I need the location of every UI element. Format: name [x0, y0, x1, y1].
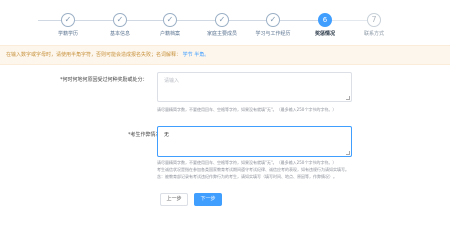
check-icon: ✓ — [113, 13, 127, 27]
reward-punishment-textarea[interactable]: 请输入 — [157, 72, 352, 102]
progress-stepper: ✓ 学籍学历 ✓ 基本信息 ✓ 户籍档案 ✓ 家庭主要成员 ✓ 学习与工作经历 … — [0, 0, 450, 42]
notice-link[interactable]: 学节 半角。 — [183, 52, 210, 58]
step-7[interactable]: 7 联系方式 — [344, 13, 404, 38]
reward-punishment-label: *何时何地何原因受过何种奖励或处分： — [60, 77, 148, 83]
check-icon: ✓ — [61, 13, 75, 27]
textarea-value: 无 — [164, 132, 170, 138]
resize-handle-icon[interactable] — [346, 151, 350, 155]
check-icon: ✓ — [215, 13, 229, 27]
step-1[interactable]: ✓ 学籍学历 — [38, 13, 98, 38]
step-number: 6 — [318, 13, 332, 27]
next-step-button[interactable]: 下一步 — [194, 193, 222, 206]
resize-handle-icon[interactable] — [346, 96, 350, 100]
step-3[interactable]: ✓ 户籍档案 — [140, 13, 200, 38]
textarea-placeholder: 请输入 — [164, 78, 180, 84]
cheating-hint-1: 请尽量精简字数，不要使用回车、空格等字符，如果没有就填"无"。（最多输入250个… — [157, 160, 337, 165]
reward-punishment-hint: 请尽量精简字数，不要使用回车、空格等字符，如果没有就填"无"。（最多输入250个… — [157, 107, 337, 112]
cheating-hint-3: 含：被教育部记录有考试违纪作弊行为的考生，请如实填写（填写时间、地点、原因等，作… — [157, 174, 337, 179]
step-number: 7 — [367, 13, 381, 27]
notice-text: 在输入数字或字母时，请使用半角字符，否则可能会造成报名失败；名词解释： — [6, 52, 182, 58]
step-label: 学籍学历 — [57, 31, 78, 37]
step-label: 户籍档案 — [159, 31, 180, 37]
prev-step-button[interactable]: 上一步 — [160, 193, 188, 206]
check-icon: ✓ — [163, 13, 177, 27]
notice-banner: 在输入数字或字母时，请使用半角字符，否则可能会造成报名失败；名词解释： 学节 半… — [0, 45, 450, 65]
step-5[interactable]: ✓ 学习与工作经历 — [243, 13, 303, 38]
step-label: 联系方式 — [363, 31, 384, 37]
cheating-textarea[interactable]: 无 — [157, 126, 352, 157]
step-label: 学习与工作经历 — [255, 31, 291, 37]
check-icon: ✓ — [266, 13, 280, 27]
cheating-hint-2: 考生诚信状况是指在参加各类国家教育考试期间遵守考试纪律、诚信应考的表现，如有违规… — [157, 167, 349, 172]
